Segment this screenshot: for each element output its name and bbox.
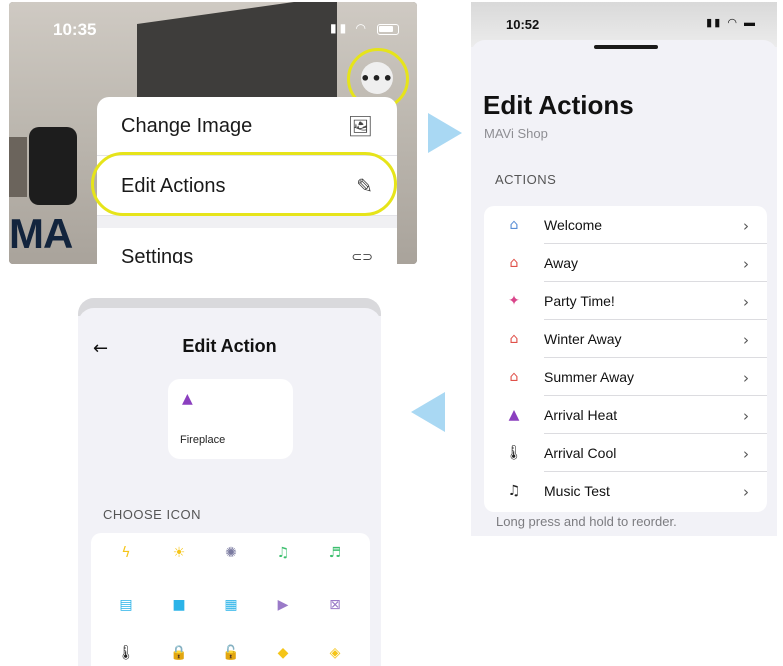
edit-action-screenshot: ← Edit Action ▲ Fireplace CHOOSE ICON ϟ …: [78, 298, 381, 666]
edit-actions-screenshot: 10:52 ▮▮ ◠ ▬ Edit Actions MAVi Shop ACTI…: [471, 2, 777, 536]
action-label: Winter Away: [544, 320, 767, 358]
music-note-icon[interactable]: ♫: [268, 545, 298, 575]
action-row-summer-away[interactable]: ⌂ Summer Away ›: [484, 358, 767, 396]
icon-picker-grid: ϟ ☀ ✺ ♫ ♬ ▤ ■ ▦ ▶ ⊠ 🌡 🔒 🔓 ◆ ◈: [91, 533, 370, 666]
lock-icon[interactable]: 🔒: [164, 645, 194, 666]
page-subtitle: MAVi Shop: [484, 126, 548, 141]
chevron-right-icon: ›: [743, 217, 749, 235]
thermometer-icon[interactable]: 🌡: [111, 645, 141, 666]
menu-item-label: Change Image: [121, 114, 253, 137]
action-label: Summer Away: [544, 358, 767, 396]
reorder-hint: Long press and hold to reorder.: [496, 514, 677, 529]
preview-label: Fireplace: [180, 434, 226, 446]
highlight-pill: [91, 152, 397, 216]
action-row-party-time[interactable]: ✦ Party Time! ›: [484, 282, 767, 320]
thermometer-icon: 🌡: [505, 445, 523, 461]
chevron-right-icon: ›: [743, 331, 749, 349]
action-label: Arrival Cool: [544, 434, 767, 472]
house-arrow-out-icon: ⌂: [509, 331, 519, 347]
image-icon: 🖼: [347, 114, 373, 138]
flow-arrow-left: [411, 392, 445, 432]
sheet-grabber[interactable]: [594, 45, 658, 49]
chevron-right-icon: ›: [743, 255, 749, 273]
chevron-right-icon: ›: [743, 293, 749, 311]
action-preview-card[interactable]: ▲ Fireplace: [168, 379, 293, 459]
signal-wifi-icon: ▮▮ ◠: [329, 21, 369, 35]
toggle-icon: ⊂⊃: [351, 250, 373, 264]
modal-sheet: ← Edit Action ▲ Fireplace CHOOSE ICON ϟ …: [78, 308, 381, 666]
screen-play-icon[interactable]: ▶: [268, 597, 298, 627]
music-list-icon: ♫: [507, 483, 521, 499]
shade-full-icon[interactable]: ■: [164, 597, 194, 627]
music-off-icon[interactable]: ♬: [320, 545, 350, 575]
window-blinds-icon[interactable]: ▤: [111, 597, 141, 627]
shade-half-icon[interactable]: ▦: [216, 597, 246, 627]
menu-item-settings[interactable]: Settings ⊂⊃: [97, 228, 397, 264]
action-row-away[interactable]: ⌂ Away ›: [484, 244, 767, 282]
action-row-winter-away[interactable]: ⌂ Winter Away ›: [484, 320, 767, 358]
section-header: CHOOSE ICON: [103, 507, 201, 522]
battery-icon: [377, 24, 399, 35]
action-label: Away: [544, 244, 767, 282]
action-label: Welcome: [544, 206, 767, 244]
action-row-music-test[interactable]: ♫ Music Test ›: [484, 472, 767, 510]
action-row-welcome[interactable]: ⌂ Welcome ›: [484, 206, 767, 244]
shield-x-icon[interactable]: ◈: [320, 645, 350, 666]
photo-speaker: [29, 127, 77, 205]
action-label: Arrival Heat: [544, 396, 767, 434]
status-time: 10:35: [53, 20, 97, 39]
actions-list: ⌂ Welcome › ⌂ Away › ✦ Party Time! › ⌂ W…: [484, 206, 767, 512]
signal-wifi-battery-icon: ▮▮ ◠ ▬: [706, 17, 757, 29]
fireplace-icon: ▲: [508, 407, 520, 423]
house-arrow-in-icon: ⌂: [509, 217, 519, 233]
action-row-arrival-heat[interactable]: ▲ Arrival Heat ›: [484, 396, 767, 434]
action-row-arrival-cool[interactable]: 🌡 Arrival Cool ›: [484, 434, 767, 472]
menu-item-label: Settings: [121, 246, 194, 264]
unlock-icon[interactable]: 🔓: [216, 645, 246, 666]
action-label: Music Test: [544, 483, 610, 499]
page-title: Edit Actions: [483, 90, 634, 120]
chevron-right-icon: ›: [743, 407, 749, 425]
lightning-icon[interactable]: ϟ: [111, 545, 141, 575]
fireplace-icon: ▲: [182, 391, 193, 407]
status-time: 10:52: [506, 17, 540, 32]
house-arrow-out-icon: ⌂: [509, 255, 519, 271]
shield-check-icon[interactable]: ◆: [268, 645, 298, 666]
photo-bracket: [9, 137, 27, 197]
section-header: ACTIONS: [495, 172, 557, 187]
chevron-right-icon: ›: [743, 483, 749, 501]
action-label: Party Time!: [544, 282, 767, 320]
photo-brand-text: MA: [9, 210, 73, 257]
menu-item-change-image[interactable]: Change Image 🖼: [97, 97, 397, 156]
party-popper-icon: ✦: [508, 293, 520, 309]
menu-screenshot: MA 10:35 ▮▮ ◠ ••• Change Image 🖼 Edit Ac…: [9, 2, 417, 264]
page-title: Edit Action: [182, 336, 277, 356]
modal-sheet: Edit Actions MAVi Shop ACTIONS ⌂ Welcome…: [471, 40, 777, 536]
flow-arrow-right: [428, 113, 462, 153]
house-arrow-out-icon: ⌂: [509, 369, 519, 385]
bulb-icon[interactable]: ✺: [216, 545, 246, 575]
chevron-right-icon: ›: [743, 369, 749, 387]
menu-divider: [97, 216, 397, 228]
sun-icon[interactable]: ☀: [164, 545, 194, 575]
screen-off-icon[interactable]: ⊠: [320, 597, 350, 627]
chevron-right-icon: ›: [743, 445, 749, 463]
